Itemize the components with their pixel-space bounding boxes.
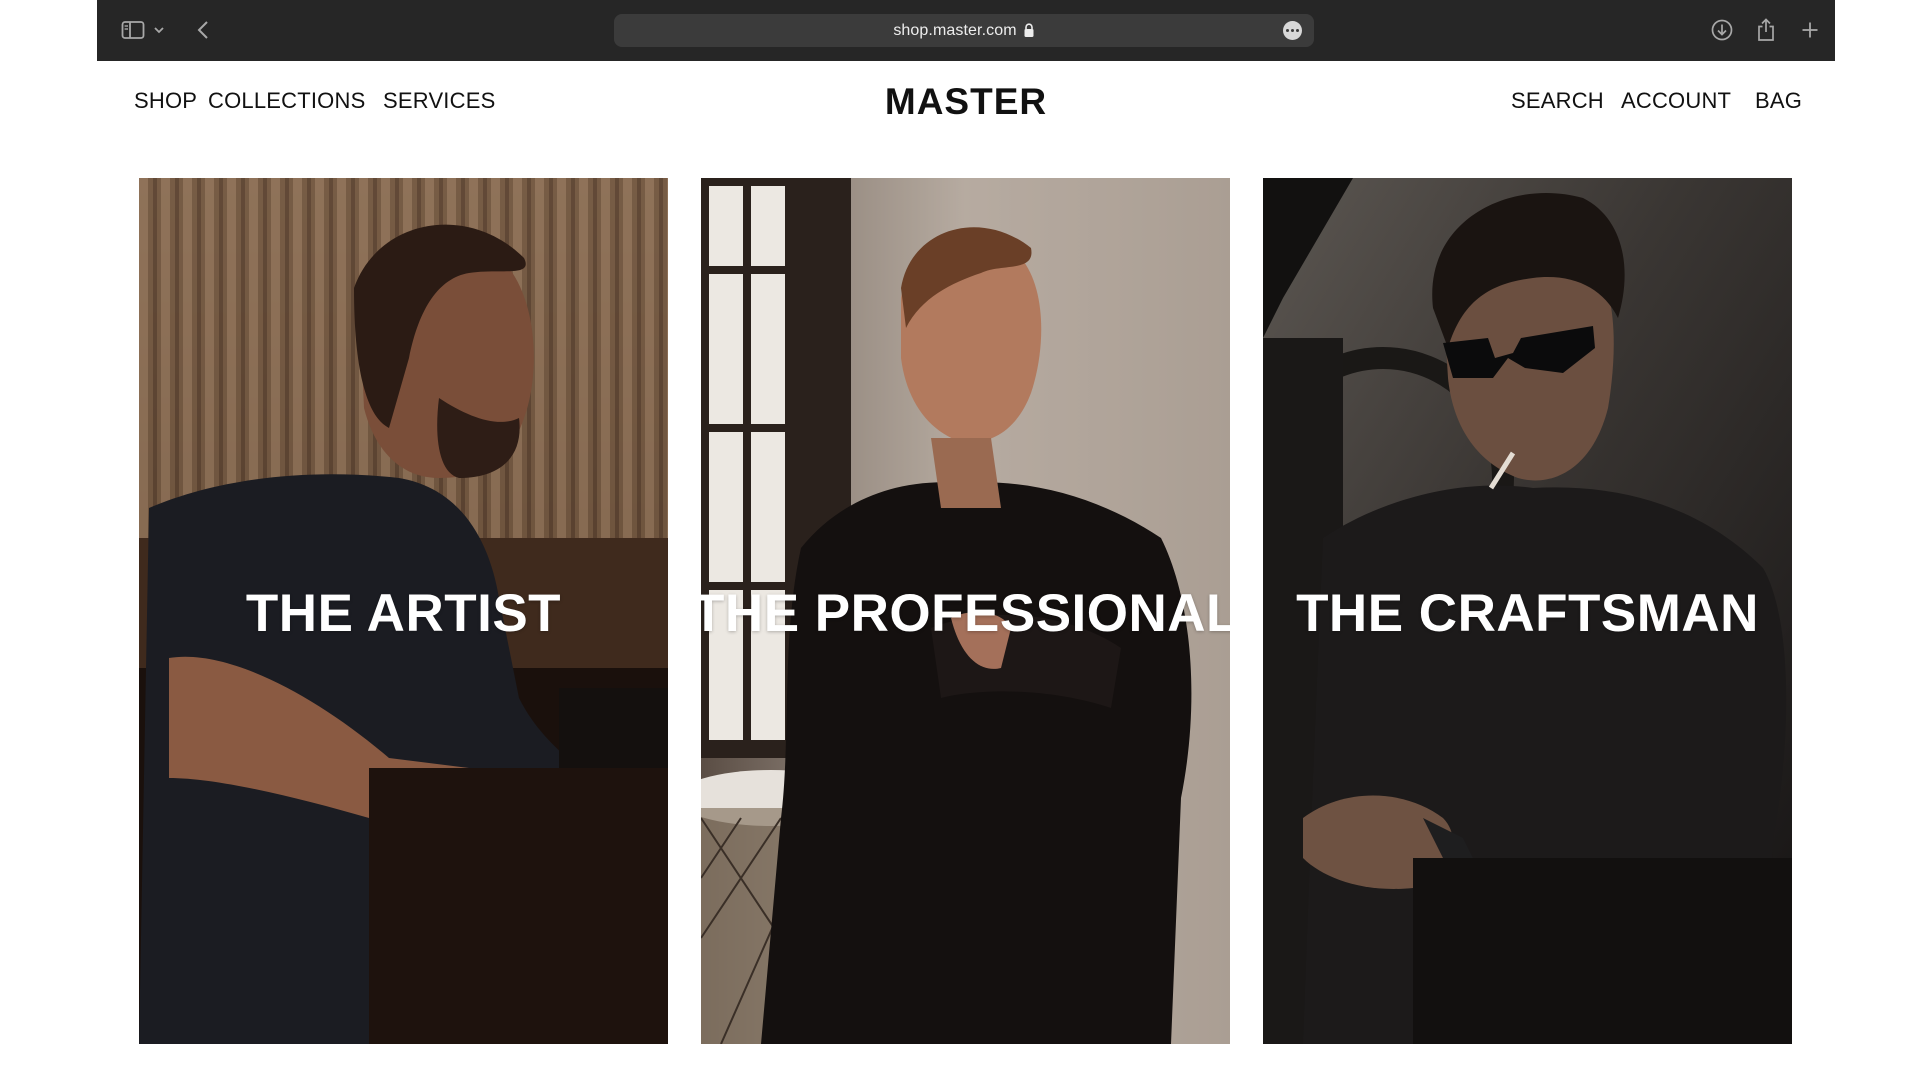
chevron-down-icon[interactable] xyxy=(152,17,166,43)
lock-icon xyxy=(1024,23,1034,37)
plus-icon[interactable] xyxy=(1797,17,1823,43)
sidebar-icon[interactable] xyxy=(120,17,146,43)
nav-search[interactable]: SEARCH xyxy=(1511,88,1604,114)
url-text: shop.master.com xyxy=(893,21,1017,39)
browser-toolbar: shop.master.com xyxy=(97,0,1835,61)
address-text: shop.master.com xyxy=(614,14,1314,47)
collection-title-artist: THE ARTIST xyxy=(245,584,562,643)
address-bar[interactable]: shop.master.com xyxy=(614,14,1314,47)
more-icon[interactable] xyxy=(1283,21,1302,40)
chevron-left-icon xyxy=(197,21,208,39)
site-header: SHOP COLLECTIONS SERVICES MASTER SEARCH … xyxy=(97,61,1835,145)
collection-title-craftsman: THE CRAFTSMAN xyxy=(1296,584,1759,643)
collection-title-professional: THE PROFESSIONAL xyxy=(701,584,1230,643)
share-icon[interactable] xyxy=(1753,17,1779,43)
nav-account[interactable]: ACCOUNT xyxy=(1621,88,1731,114)
collection-card-professional[interactable]: THE PROFESSIONAL xyxy=(701,178,1230,1044)
download-icon[interactable] xyxy=(1709,17,1735,43)
collection-card-craftsman[interactable]: THE CRAFTSMAN xyxy=(1263,178,1792,1044)
collection-card-artist[interactable]: THE ARTIST xyxy=(139,178,668,1044)
nav-bag[interactable]: BAG xyxy=(1755,88,1802,114)
back-button[interactable] xyxy=(190,17,216,43)
browser-window: shop.master.com SHOP COLLECTIONS SERVICE… xyxy=(97,0,1835,1080)
